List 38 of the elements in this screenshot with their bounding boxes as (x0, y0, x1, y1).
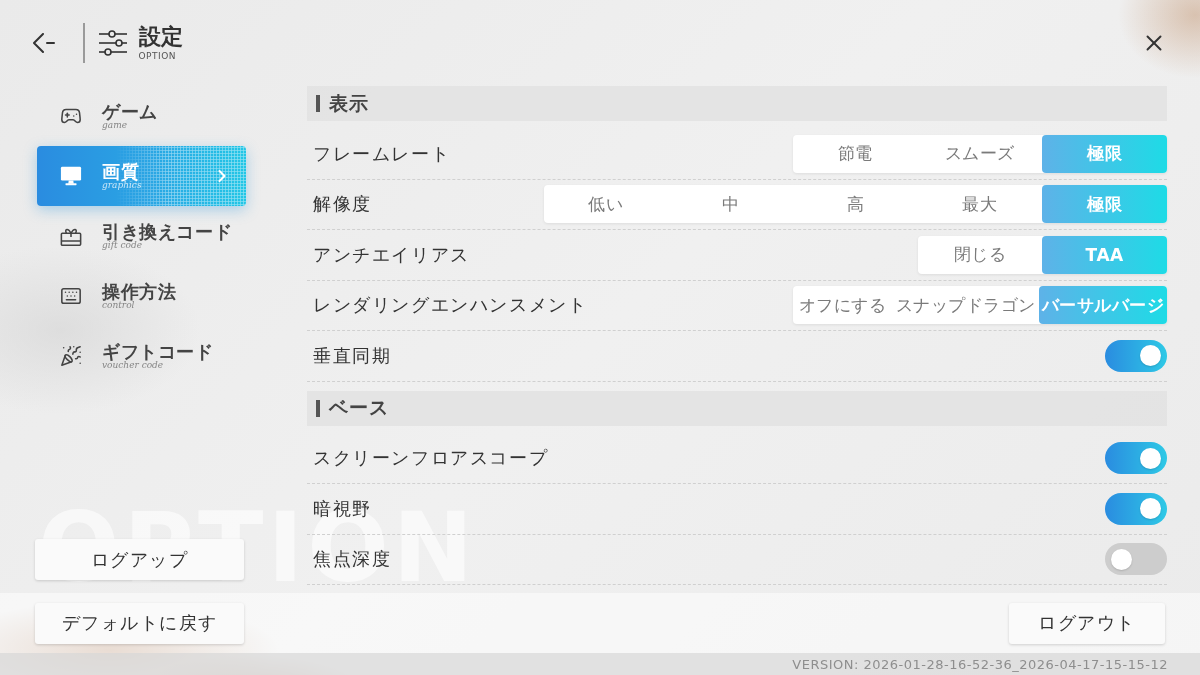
segment-option[interactable]: 最大 (917, 185, 1043, 224)
setting-label: レンダリングエンハンスメント (313, 293, 588, 318)
setting-label: スクリーンフロアスコープ (313, 446, 549, 471)
setting-label: フレームレート (313, 141, 451, 166)
segment-option[interactable]: スナップドラゴン (892, 286, 1039, 325)
sidebar-item[interactable]: ギフトコード voucher code (37, 326, 246, 386)
setting-label: 垂直同期 (313, 343, 392, 368)
segment-option[interactable]: スムーズ (917, 134, 1043, 173)
page-title: 設定 (138, 25, 183, 49)
toggle-switch[interactable] (1105, 543, 1167, 576)
sliders-icon (98, 30, 127, 56)
toggle-switch[interactable] (1105, 442, 1167, 475)
sidebar-item[interactable]: 引き換えコード gift code (37, 206, 246, 266)
toggle-switch[interactable] (1105, 492, 1167, 525)
segment-option[interactable]: 低い (543, 185, 669, 224)
section-bar-icon (316, 95, 320, 112)
sidebar-item[interactable]: 操作方法 control (37, 266, 246, 326)
segment-option[interactable]: 高 (792, 185, 918, 224)
logout-button[interactable]: ログアウト (1009, 602, 1165, 644)
page-subtitle: OPTION (138, 50, 177, 61)
keyboard-icon (60, 285, 82, 307)
party-popper-icon (60, 345, 82, 367)
monitor-icon (60, 165, 82, 187)
section-bar-icon (316, 399, 320, 417)
segment-option[interactable]: 節電 (792, 134, 918, 173)
segment-option[interactable]: 閉じる (917, 235, 1043, 274)
sidebar-item[interactable]: 画質 graphics (37, 146, 246, 206)
sidebar-item[interactable]: ゲーム game (37, 86, 246, 146)
section-title: 表示 (329, 90, 369, 116)
reset-default-button[interactable]: デフォルトに戻す (35, 602, 244, 644)
setting-label: アンチエイリアス (313, 242, 470, 267)
section-title: ベース (329, 395, 389, 420)
segment-option[interactable]: 中 (668, 185, 793, 224)
setting-label: 解像度 (313, 192, 372, 217)
back-button[interactable] (33, 33, 55, 53)
toggle-switch[interactable] (1105, 339, 1167, 372)
segment-option[interactable]: オフにする (792, 286, 893, 325)
version-text: VERSION: 2026-01-28-16-52-36_2026-04-17-15-15-12 (792, 656, 1168, 672)
